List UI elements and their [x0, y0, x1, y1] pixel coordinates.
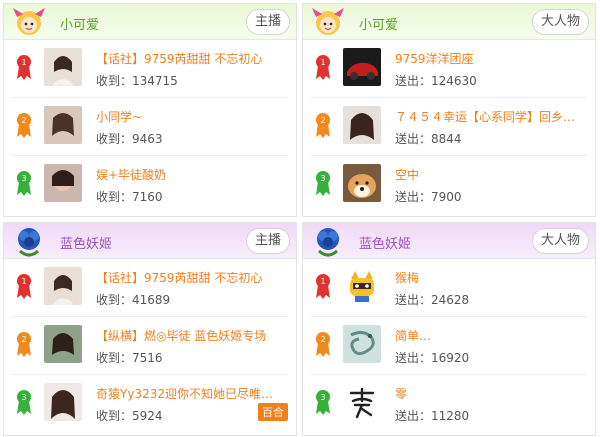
user-name-link[interactable]: 9759洋洋团座 [395, 50, 575, 67]
panel-header: 蓝色妖姬 大人物 [303, 223, 595, 259]
sent-count: 送出：16920 [395, 351, 470, 365]
rank-1-medal-icon: 1 [316, 274, 330, 299]
received-count: 收到：5924 [96, 409, 163, 423]
sent-count: 送出：7900 [395, 190, 462, 204]
anchor-name-link[interactable]: 小同学~ [96, 108, 276, 125]
panel-header: 小可爱 大人物 [303, 4, 595, 40]
received-count: 收到：7516 [96, 351, 163, 365]
ranking-row[interactable]: 3 娱+毕徒酸奶 收到：7160 [12, 156, 288, 214]
ranking-row[interactable]: 2 小同学~ 收到：9463 [12, 98, 288, 156]
received-count: 收到：9463 [96, 132, 163, 146]
sent-count: 送出：124630 [395, 74, 477, 88]
avatar[interactable] [343, 106, 381, 144]
ranking-row[interactable]: 3 空中 送出：7900 [311, 156, 587, 214]
user-name-link[interactable]: ７４５４幸运【心系同学】回乡… [395, 108, 575, 125]
avatar[interactable] [343, 164, 381, 202]
ranking-row[interactable]: 2 ７４５４幸运【心系同学】回乡… 送出：8844 [311, 98, 587, 156]
rank-2-medal-icon: 2 [17, 332, 31, 357]
anchor-name-link[interactable]: 【纵横】燃◎毕徒 蓝色妖姬专场 [96, 327, 276, 344]
svg-text:3: 3 [21, 174, 26, 183]
blue-rose-icon [18, 228, 40, 257]
rank-3-medal-icon: 3 [316, 390, 330, 415]
ranking-row[interactable]: 1 【话社】9759芮甜甜 不忘初心 收到：134715 [12, 40, 288, 98]
panel-header: 小可爱 主播 [4, 4, 296, 40]
anchor-name-link[interactable]: 娱+毕徒酸奶 [96, 166, 276, 183]
ranking-panel: 小可爱 主播 1 【话社】9759芮甜甜 不忘初心 收到：134715 2 小同… [3, 3, 297, 217]
sent-count: 送出：11280 [395, 409, 470, 423]
calligraphy-avatar[interactable] [343, 383, 381, 421]
blue-rose-icon [317, 228, 339, 257]
svg-text:2: 2 [21, 116, 26, 125]
rank-3-medal-icon: 3 [316, 171, 330, 196]
received-count: 收到：7160 [96, 190, 163, 204]
ranking-panel: 小可爱 大人物 1 9759洋洋团座 送出：124630 2 ７４５４幸运【心系… [302, 3, 596, 217]
panel-title: 小可爱 [60, 18, 100, 33]
rank-3-medal-icon: 3 [17, 390, 31, 415]
received-count: 收到：41689 [96, 293, 171, 307]
svg-text:1: 1 [320, 277, 325, 286]
user-name-link[interactable]: 零 [395, 385, 575, 402]
anchor-name-link[interactable]: 【话社】9759芮甜甜 不忘初心 [96, 269, 276, 286]
received-count: 收到：134715 [96, 74, 178, 88]
avatar[interactable] [44, 48, 82, 86]
ranking-row[interactable]: 2 【纵横】燃◎毕徒 蓝色妖姬专场 收到：7516 [12, 317, 288, 375]
avatar[interactable] [44, 164, 82, 202]
ranking-panel: 蓝色妖姬 大人物 1 猴梅 送出：24628 2 简单… 送出：16920 3 … [302, 222, 596, 436]
ranking-row[interactable]: 2 简单… 送出：16920 [311, 317, 587, 375]
rank-2-medal-icon: 2 [17, 113, 31, 138]
big-shot-tab-button[interactable]: 大人物 [531, 228, 589, 254]
avatar[interactable] [44, 325, 82, 363]
rank-3-medal-icon: 3 [17, 171, 31, 196]
hundred-badge: 百合 [258, 403, 288, 421]
sent-count: 送出：8844 [395, 132, 462, 146]
cute-mascot-icon [13, 8, 45, 35]
anchor-tab-button[interactable]: 主播 [245, 228, 290, 254]
panel-title: 蓝色妖姬 [60, 237, 113, 252]
svg-text:1: 1 [21, 277, 26, 286]
rank-2-medal-icon: 2 [316, 332, 330, 357]
ranking-row[interactable]: 3 零 送出：11280 [311, 375, 587, 433]
anchor-tab-button[interactable]: 主播 [245, 9, 290, 35]
ranking-row[interactable]: 1 【话社】9759芮甜甜 不忘初心 收到：41689 [12, 259, 288, 317]
svg-text:1: 1 [21, 58, 26, 67]
avatar[interactable] [44, 106, 82, 144]
ranking-row[interactable]: 1 猴梅 送出：24628 [311, 259, 587, 317]
ranking-panel: 蓝色妖姬 主播 1 【话社】9759芮甜甜 不忘初心 收到：41689 2 【纵… [3, 222, 297, 436]
avatar[interactable] [44, 267, 82, 305]
ranking-row[interactable]: 1 9759洋洋团座 送出：124630 [311, 40, 587, 98]
svg-text:2: 2 [320, 335, 325, 344]
svg-text:1: 1 [320, 58, 325, 67]
user-name-link[interactable]: 猴梅 [395, 269, 575, 286]
panel-title: 蓝色妖姬 [359, 237, 412, 252]
user-name-link[interactable]: 空中 [395, 166, 575, 183]
svg-text:3: 3 [320, 393, 325, 402]
cute-mascot-icon [312, 8, 344, 35]
rank-1-medal-icon: 1 [17, 55, 31, 80]
big-shot-tab-button[interactable]: 大人物 [531, 9, 589, 35]
panel-title: 小可爱 [359, 18, 399, 33]
avatar[interactable] [343, 325, 381, 363]
sent-count: 送出：24628 [395, 293, 470, 307]
user-name-link[interactable]: 简单… [395, 327, 575, 344]
svg-text:2: 2 [320, 116, 325, 125]
panel-header: 蓝色妖姬 主播 [4, 223, 296, 259]
svg-text:3: 3 [320, 174, 325, 183]
anchor-name-link[interactable]: 【话社】9759芮甜甜 不忘初心 [96, 50, 276, 67]
rank-2-medal-icon: 2 [316, 113, 330, 138]
svg-text:3: 3 [21, 393, 26, 402]
anchor-name-link[interactable]: 奇猿Yy3232迎你不知她已尽唯有… [96, 385, 276, 402]
rank-1-medal-icon: 1 [316, 55, 330, 80]
rank-1-medal-icon: 1 [17, 274, 31, 299]
avatar[interactable] [44, 383, 82, 421]
avatar[interactable] [343, 48, 381, 86]
ranking-row[interactable]: 3 奇猿Yy3232迎你不知她已尽唯有… 收到：5924 百合 [12, 375, 288, 433]
avatar[interactable] [343, 267, 381, 305]
svg-text:2: 2 [21, 335, 26, 344]
